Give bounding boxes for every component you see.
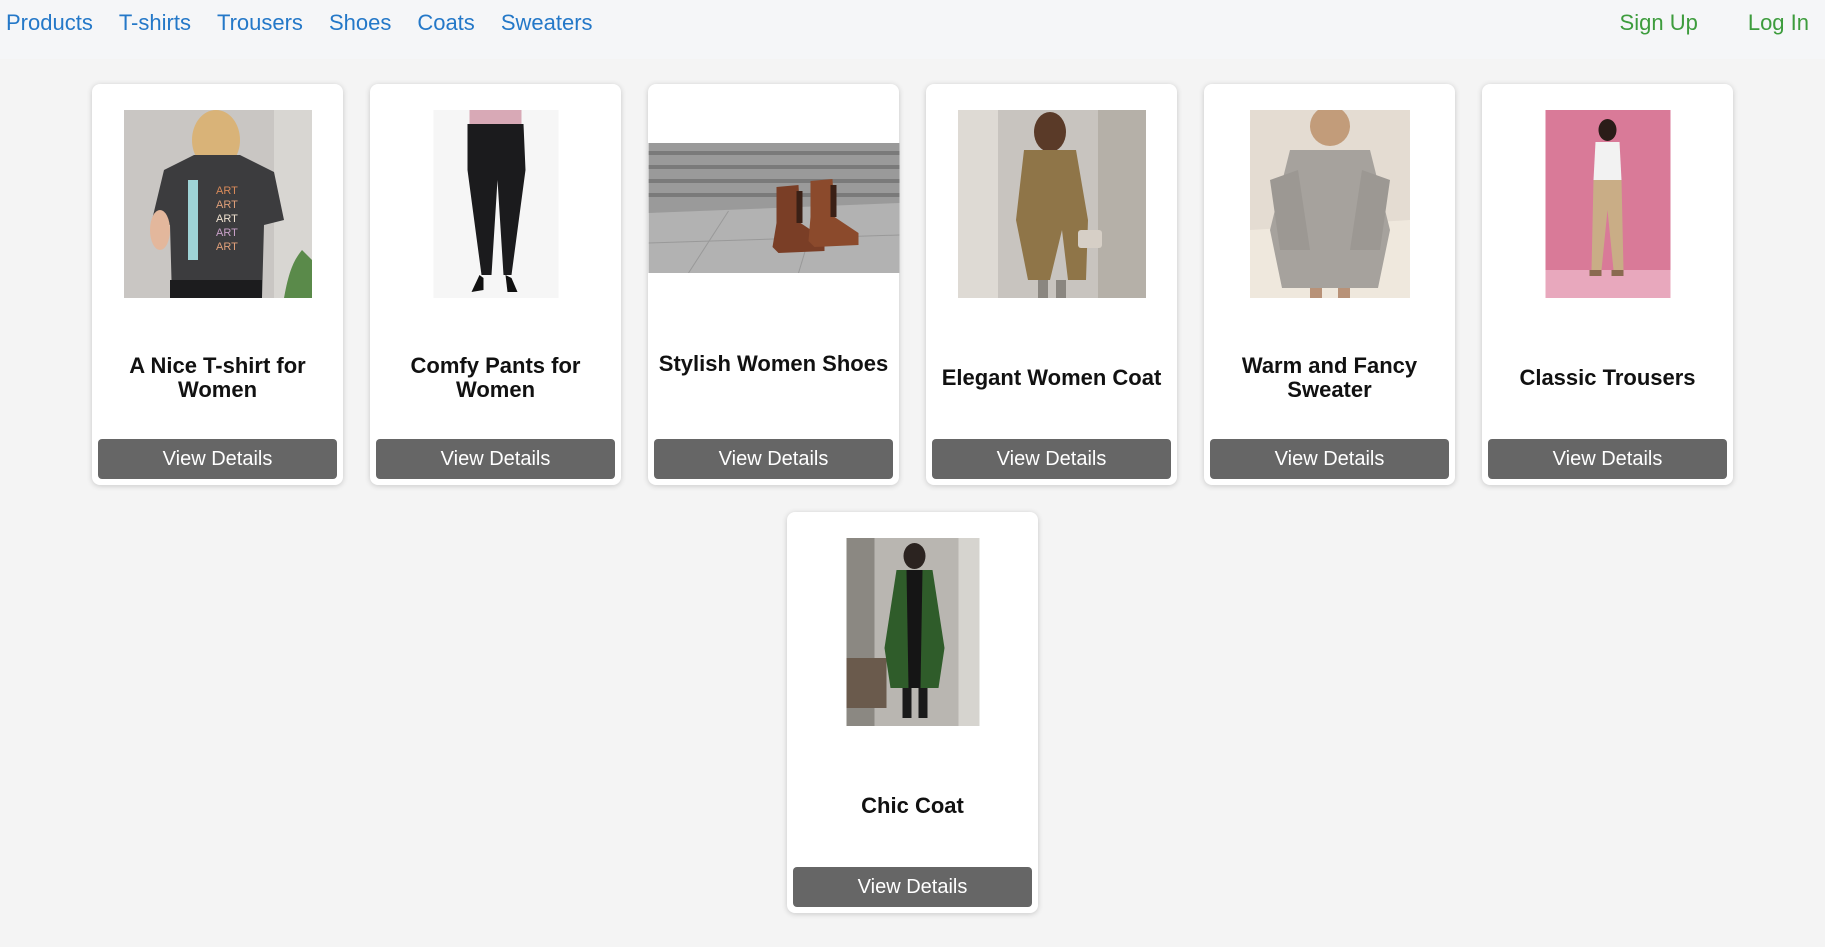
product-image[interactable] (648, 143, 899, 273)
product-image[interactable] (957, 110, 1146, 298)
product-card: Stylish Women Shoes View Details (648, 84, 899, 485)
product-card: ART ART ART ART ART A Nice T-shirt for W… (92, 84, 343, 485)
sign-up-link[interactable]: Sign Up (1620, 10, 1698, 36)
nav-link-tshirts[interactable]: T-shirts (119, 10, 191, 36)
product-image[interactable] (1249, 110, 1410, 298)
view-details-button[interactable]: View Details (1210, 439, 1449, 479)
svg-text:ART: ART (216, 199, 238, 211)
product-card: Chic Coat View Details (787, 512, 1038, 913)
product-title: Chic Coat (861, 793, 964, 818)
product-card: Classic Trousers View Details (1482, 84, 1733, 485)
nav-link-trousers[interactable]: Trousers (217, 10, 303, 36)
product-card: Comfy Pants for Women View Details (370, 84, 621, 485)
log-in-link[interactable]: Log In (1748, 10, 1809, 36)
svg-text:ART: ART (216, 213, 238, 225)
product-image[interactable] (433, 110, 558, 298)
auth-nav: Sign Up Log In (1570, 0, 1825, 36)
product-card: Elegant Women Coat View Details (926, 84, 1177, 485)
product-image[interactable]: ART ART ART ART ART (123, 110, 312, 298)
top-navbar: Products T-shirts Trousers Shoes Coats S… (0, 0, 1825, 59)
nav-link-coats[interactable]: Coats (417, 10, 474, 36)
product-card: Warm and Fancy Sweater View Details (1204, 84, 1455, 485)
view-details-button[interactable]: View Details (376, 439, 615, 479)
nav-link-sweaters[interactable]: Sweaters (501, 10, 593, 36)
product-image[interactable] (1545, 110, 1670, 298)
product-grid: ART ART ART ART ART A Nice T-shirt for W… (0, 59, 1825, 913)
product-title: Comfy Pants for Women (410, 353, 581, 402)
product-title: Warm and Fancy Sweater (1241, 353, 1418, 402)
product-title: Elegant Women Coat (941, 365, 1162, 390)
svg-text:ART: ART (216, 241, 238, 253)
view-details-button[interactable]: View Details (98, 439, 337, 479)
product-title: Stylish Women Shoes (658, 351, 889, 376)
product-title: Classic Trousers (1519, 365, 1696, 390)
nav-link-products[interactable]: Products (6, 10, 93, 36)
product-title: A Nice T-shirt for Women (129, 353, 306, 402)
product-image[interactable] (846, 538, 979, 726)
view-details-button[interactable]: View Details (654, 439, 893, 479)
view-details-button[interactable]: View Details (1488, 439, 1727, 479)
view-details-button[interactable]: View Details (793, 867, 1032, 907)
category-nav: Products T-shirts Trousers Shoes Coats S… (0, 0, 619, 36)
svg-text:ART: ART (216, 185, 238, 197)
svg-text:ART: ART (216, 227, 238, 239)
nav-link-shoes[interactable]: Shoes (329, 10, 391, 36)
view-details-button[interactable]: View Details (932, 439, 1171, 479)
